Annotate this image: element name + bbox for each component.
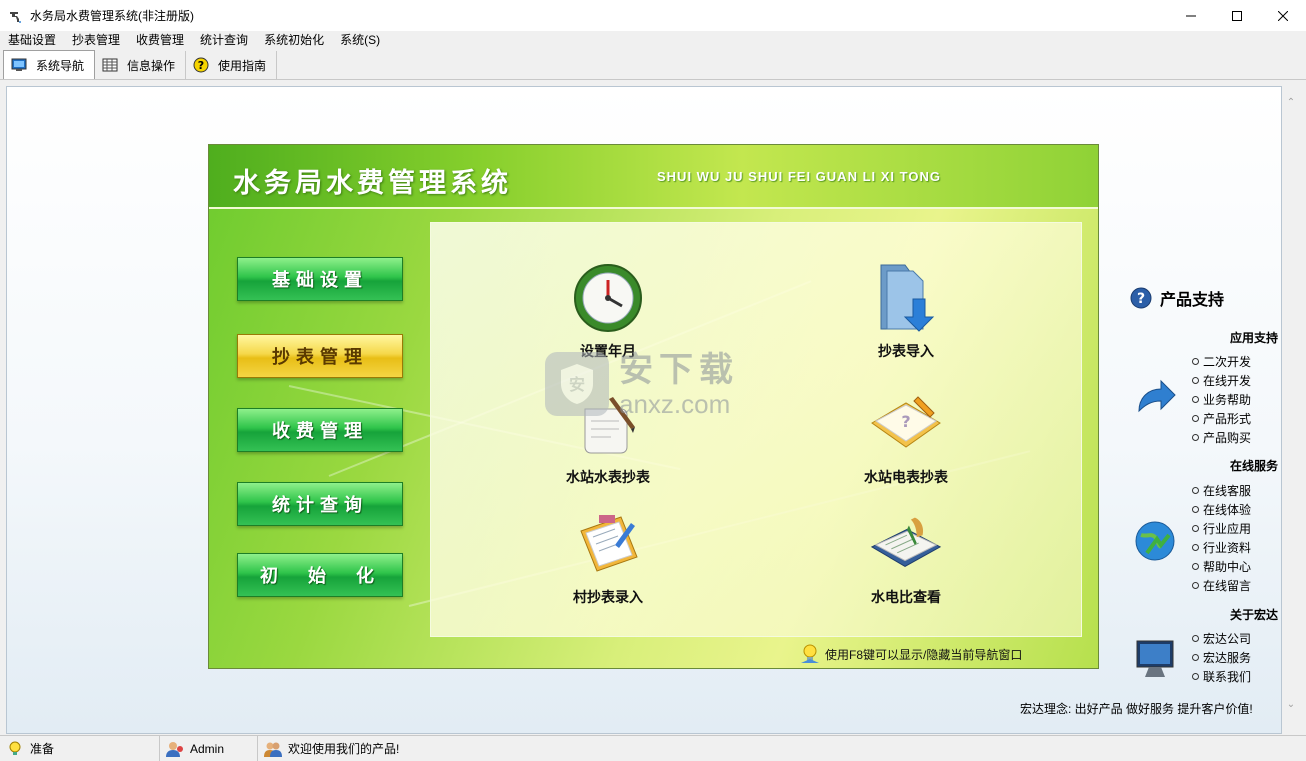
maximize-button[interactable] xyxy=(1214,0,1260,31)
toolbar: 系统导航 信息操作 ? 使用指南 xyxy=(0,50,1306,80)
panel-title: 水务局水费管理系统 xyxy=(233,168,512,199)
panel-header: 水务局水费管理系统 SHUI WU JU SHUI FEI GUAN LI XI… xyxy=(209,145,1098,209)
menu-statistics[interactable]: 统计查询 xyxy=(192,31,256,50)
menu-system-init[interactable]: 系统初始化 xyxy=(256,31,332,50)
hint-text: 使用F8键可以显示/隐藏当前导航窗口 xyxy=(825,647,1023,662)
monitor-icon xyxy=(1132,636,1178,682)
support-title: ? 产品支持 xyxy=(1130,286,1224,310)
menu-basic-settings[interactable]: 基础设置 xyxy=(0,31,64,50)
product-support: ? 产品支持 应用支持 二次开发 在线开发 业务帮助 产品形式 产品购买 在线服… xyxy=(1128,284,1284,714)
shield-logo-icon: 安 xyxy=(545,352,609,416)
menu-system[interactable]: 系统(S) xyxy=(332,31,388,50)
link-product-form[interactable]: 产品形式 xyxy=(1192,409,1251,428)
func-label: 水站电表抄表 xyxy=(864,470,948,486)
section-online-service: 在线服务 xyxy=(1229,459,1278,473)
link-online-trial[interactable]: 在线体验 xyxy=(1192,500,1251,519)
svg-text:安: 安 xyxy=(569,375,585,394)
folder-import-icon xyxy=(866,259,946,337)
window-title: 水务局水费管理系统(非注册版) xyxy=(30,9,194,23)
func-label: 抄表导入 xyxy=(878,344,934,360)
help-circle-icon: ? xyxy=(1130,287,1152,309)
nav-billing[interactable]: 收费管理 xyxy=(237,408,403,452)
clipboard-icon xyxy=(568,505,648,583)
section-app-support: 应用支持 xyxy=(1229,331,1278,345)
user-icon xyxy=(166,740,184,758)
bulb-icon xyxy=(6,740,24,758)
tab-label: 使用指南 xyxy=(218,58,267,73)
scroll-up-icon[interactable]: ⌃ xyxy=(1285,96,1297,108)
svg-text:?: ? xyxy=(1137,291,1145,307)
func-label: 村抄表录入 xyxy=(573,590,643,606)
nav-initialize[interactable]: 初 始 化 xyxy=(237,553,403,597)
function-area: 设置年月 抄表导入 水站水表抄表 ? 水站电表抄表 村抄表录入 水电比查看 xyxy=(430,222,1082,637)
link-company[interactable]: 宏达公司 xyxy=(1192,629,1251,648)
title-bar: 水务局水费管理系统(非注册版) xyxy=(0,0,1306,31)
link-contact[interactable]: 联系我们 xyxy=(1192,667,1251,686)
help-icon: ? xyxy=(192,57,210,73)
func-label: 水站水表抄表 xyxy=(566,470,650,486)
watermark-en: anxz.com xyxy=(619,389,731,419)
link-online-dev[interactable]: 在线开发 xyxy=(1192,371,1251,390)
status-bar: 准备 Admin 欢迎使用我们的产品! xyxy=(0,735,1306,761)
company-motto: 宏达理念: 出好产品 做好服务 提升客户价值! xyxy=(1020,702,1253,716)
users-icon xyxy=(264,740,282,758)
vertical-scrollbar[interactable]: ⌃ ⌄ xyxy=(1282,86,1300,734)
bulb-icon xyxy=(799,643,821,665)
menu-meter-reading[interactable]: 抄表管理 xyxy=(64,31,128,50)
clock-icon xyxy=(568,259,648,337)
close-button[interactable] xyxy=(1260,0,1306,31)
link-help-center[interactable]: 帮助中心 xyxy=(1192,557,1251,576)
tab-info-operation[interactable]: 信息操作 xyxy=(95,51,187,79)
watermark-cn: 安下载 xyxy=(619,350,739,390)
link-online-message[interactable]: 在线留言 xyxy=(1192,576,1251,595)
func-meter-import[interactable]: 抄表导入 xyxy=(826,259,986,361)
func-water-electric-ratio[interactable]: 水电比查看 xyxy=(826,505,986,607)
link-industry-data[interactable]: 行业资料 xyxy=(1192,538,1251,557)
arrow-forward-icon xyxy=(1132,376,1178,422)
nav-statistics[interactable]: 统计查询 xyxy=(237,482,403,526)
menu-billing[interactable]: 收费管理 xyxy=(128,31,192,50)
section-about: 关于宏达 xyxy=(1229,608,1278,622)
func-village-meter-entry[interactable]: 村抄表录入 xyxy=(528,505,688,607)
link-online-support[interactable]: 在线客服 xyxy=(1192,481,1251,500)
tab-user-guide[interactable]: ? 使用指南 xyxy=(186,51,278,79)
link-secondary-dev[interactable]: 二次开发 xyxy=(1192,352,1251,371)
f8-hint: 使用F8键可以显示/隐藏当前导航窗口 xyxy=(799,643,1022,665)
support-title-text: 产品支持 xyxy=(1160,290,1225,309)
tab-label: 系统导航 xyxy=(36,58,85,73)
tab-label: 信息操作 xyxy=(127,58,176,73)
tab-system-navigation[interactable]: 系统导航 xyxy=(3,50,96,79)
menu-bar: 基础设置 抄表管理 收费管理 统计查询 系统初始化 系统(S) xyxy=(0,31,1306,50)
svg-text:?: ? xyxy=(901,412,910,431)
link-business-help[interactable]: 业务帮助 xyxy=(1192,390,1251,409)
monitor-icon xyxy=(10,57,28,73)
nav-meter-reading[interactable]: 抄表管理 xyxy=(237,334,403,378)
link-service[interactable]: 宏达服务 xyxy=(1192,648,1251,667)
status-ready: 准备 xyxy=(0,735,160,761)
func-electric-meter-reading[interactable]: ? 水站电表抄表 xyxy=(826,385,986,487)
func-label: 水电比查看 xyxy=(871,590,941,606)
ledger-icon xyxy=(866,505,946,583)
grid-icon xyxy=(101,57,119,73)
link-product-buy[interactable]: 产品购买 xyxy=(1192,428,1251,447)
nav-basic-settings[interactable]: 基础设置 xyxy=(237,257,403,301)
svg-text:?: ? xyxy=(198,59,204,72)
link-industry-app[interactable]: 行业应用 xyxy=(1192,519,1251,538)
globe-icon xyxy=(1132,518,1178,564)
panel-subtitle: SHUI WU JU SHUI FEI GUAN LI XI TONG xyxy=(657,169,941,184)
scroll-down-icon[interactable]: ⌄ xyxy=(1285,698,1297,710)
minimize-button[interactable] xyxy=(1168,0,1214,31)
status-welcome: 欢迎使用我们的产品! xyxy=(258,736,399,761)
watermark: 安 安下载 anxz.com xyxy=(545,350,739,418)
status-user: Admin xyxy=(160,735,258,761)
faucet-icon xyxy=(8,8,24,24)
book-pen-icon: ? xyxy=(866,385,946,463)
func-set-year-month[interactable]: 设置年月 xyxy=(528,259,688,361)
